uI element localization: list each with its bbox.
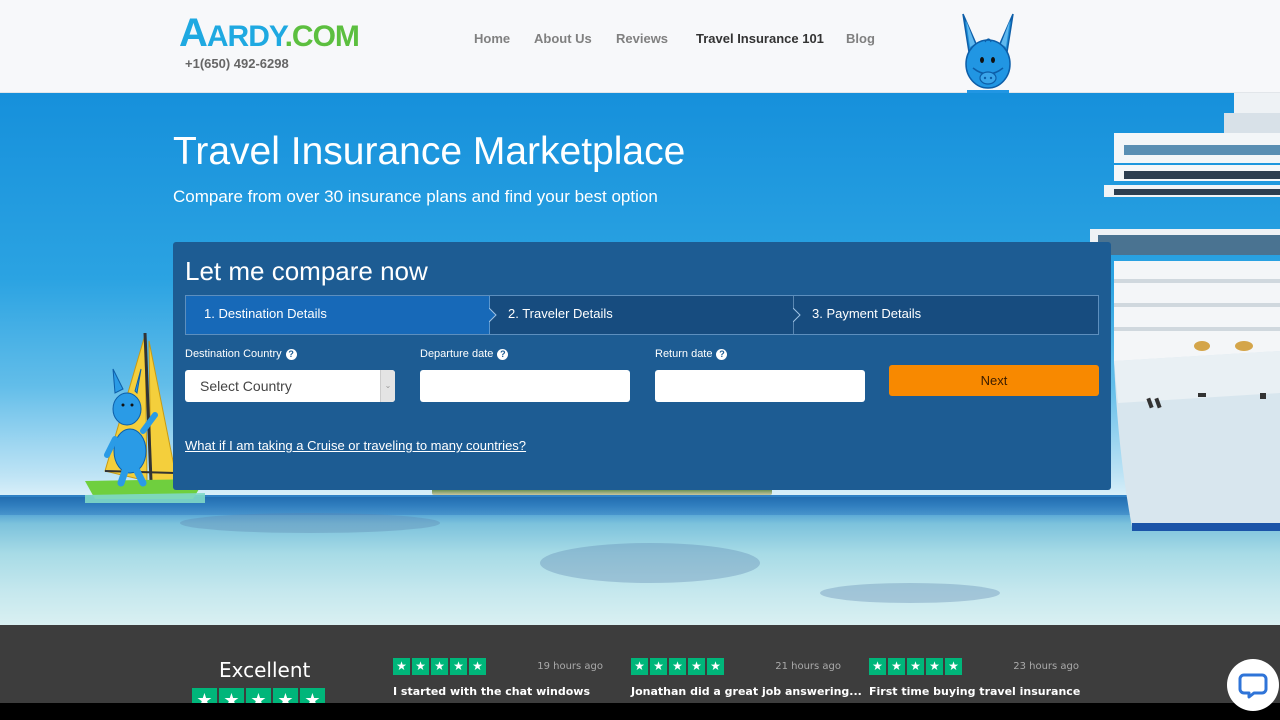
star-icon: ★ [888, 658, 905, 675]
star-icon: ★ [450, 658, 467, 675]
review-stars: ★ ★ ★ ★ ★ [631, 658, 724, 675]
help-icon[interactable]: ? [716, 348, 728, 360]
phone-number[interactable]: +1(650) 492-6298 [185, 56, 289, 71]
nav-home[interactable]: Home [474, 31, 510, 46]
review-title: Jonathan did a great job answering... [631, 685, 862, 698]
return-date-input[interactable] [655, 370, 865, 402]
reef-shape [820, 583, 1000, 603]
step-chevron-icon [489, 296, 497, 334]
nav-about-us[interactable]: About Us [534, 31, 592, 46]
form-title: Let me compare now [185, 256, 428, 286]
cruise-multi-country-link[interactable]: What if I am taking a Cruise or travelin… [185, 438, 526, 453]
step-destination-details[interactable]: 1. Destination Details [186, 296, 490, 334]
departure-date-label-text: Departure date [420, 348, 494, 360]
review-time: 21 hours ago [775, 661, 841, 672]
next-button[interactable]: Next [889, 365, 1099, 396]
destination-country-label: Destination Country ? [185, 348, 297, 360]
trustpilot-reviews: Excellent ★ ★ ★ ★ ★ ★ ★ ★ ★ ★ 19 hours a… [0, 625, 1280, 713]
nav-reviews[interactable]: Reviews [616, 31, 668, 46]
cruise-ship-image [1090, 93, 1280, 531]
screen-bottom-bar [0, 703, 1280, 720]
review-title: I started with the chat windows [393, 685, 590, 698]
site-header: AARDY.COM +1(650) 492-6298 Home About Us… [0, 0, 1280, 94]
star-icon: ★ [707, 658, 724, 675]
reef-shape [540, 543, 760, 583]
logo-initial: A [179, 11, 208, 55]
logo-suffix: .COM [284, 20, 360, 53]
nav-travel-insurance-101[interactable]: Travel Insurance 101 [696, 31, 824, 46]
review-card[interactable]: ★ ★ ★ ★ ★ 21 hours ago Jonathan did a gr… [631, 658, 862, 703]
star-icon: ★ [945, 658, 962, 675]
reef-shape [180, 513, 440, 533]
logo-name: ARDY [206, 20, 286, 53]
hero-title: Travel Insurance Marketplace [173, 130, 686, 173]
review-time: 19 hours ago [537, 661, 603, 672]
review-card[interactable]: ★ ★ ★ ★ ★ 19 hours ago I started with th… [393, 658, 603, 703]
departure-date-label: Departure date ? [420, 348, 509, 360]
chat-bubble-icon [1238, 673, 1268, 699]
aardvark-mascot-icon [962, 13, 1014, 94]
step-chevron-icon [793, 296, 801, 334]
review-stars: ★ ★ ★ ★ ★ [869, 658, 962, 675]
star-icon: ★ [869, 658, 886, 675]
hero-section: Travel Insurance Marketplace Compare fro… [0, 93, 1280, 625]
star-icon: ★ [669, 658, 686, 675]
return-date-label-text: Return date [655, 348, 713, 360]
star-icon: ★ [650, 658, 667, 675]
star-icon: ★ [431, 658, 448, 675]
aardy-logo[interactable]: AARDY.COM [179, 11, 360, 57]
star-icon: ★ [469, 658, 486, 675]
destination-country-label-text: Destination Country [185, 348, 282, 360]
review-title: First time buying travel insurance [869, 685, 1081, 698]
hero-subtitle: Compare from over 30 insurance plans and… [173, 187, 658, 206]
star-icon: ★ [412, 658, 429, 675]
step-traveler-details[interactable]: 2. Traveler Details [490, 296, 794, 334]
star-icon: ★ [907, 658, 924, 675]
chevron-down-icon: ⌄ [380, 370, 395, 402]
destination-country-value: Select Country [200, 378, 292, 394]
departure-date-input[interactable] [420, 370, 630, 402]
destination-country-select[interactable]: Select Country ⌄ [185, 370, 395, 402]
step-payment-details[interactable]: 3. Payment Details [794, 296, 1098, 334]
live-chat-button[interactable] [1227, 659, 1279, 711]
star-icon: ★ [926, 658, 943, 675]
return-date-label: Return date ? [655, 348, 728, 360]
star-icon: ★ [688, 658, 705, 675]
review-stars: ★ ★ ★ ★ ★ [393, 658, 486, 675]
help-icon[interactable]: ? [285, 348, 297, 360]
review-time: 23 hours ago [1013, 661, 1079, 672]
rating-summary: Excellent [219, 658, 311, 682]
nav-blog[interactable]: Blog [846, 31, 875, 46]
help-icon[interactable]: ? [497, 348, 509, 360]
review-card[interactable]: ★ ★ ★ ★ ★ 23 hours ago First time buying… [869, 658, 1081, 703]
form-steps: 1. Destination Details 2. Traveler Detai… [185, 295, 1099, 335]
star-icon: ★ [393, 658, 410, 675]
star-icon: ★ [631, 658, 648, 675]
compare-form-panel: Let me compare now 1. Destination Detail… [173, 242, 1111, 490]
